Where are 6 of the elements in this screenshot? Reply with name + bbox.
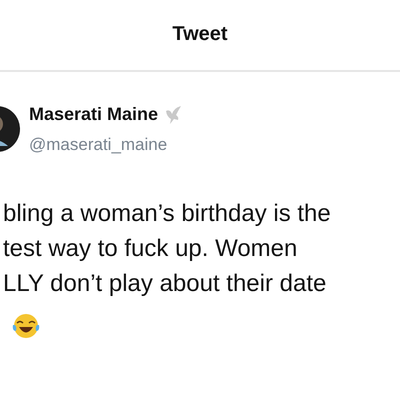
author-name[interactable]: Maserati Maine <box>29 101 158 128</box>
author-handle[interactable]: @maserati_maine <box>29 132 184 158</box>
tweet-text-line: bling a woman’s birthday is the <box>3 198 332 228</box>
page-title: Tweet <box>172 22 228 47</box>
tweet-text-line: test way to fuck up. Women <box>3 234 298 264</box>
tweet-text-line: LLY don’t play about their date <box>3 268 328 298</box>
